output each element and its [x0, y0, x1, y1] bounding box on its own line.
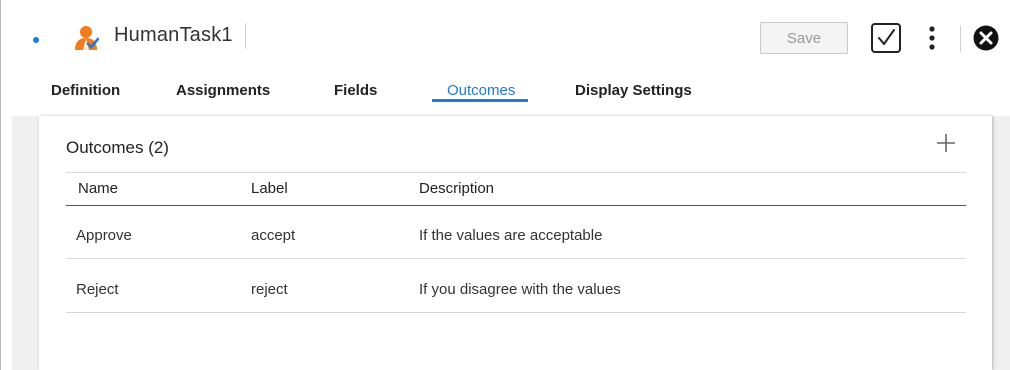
row-1-name[interactable]: Approve	[76, 227, 132, 244]
active-tab-indicator	[432, 99, 528, 102]
row-1-label[interactable]: accept	[251, 227, 295, 244]
row-divider	[66, 258, 966, 259]
status-dot	[33, 37, 39, 43]
row-2-description[interactable]: If you disagree with the values	[419, 281, 621, 298]
header-divider	[960, 26, 961, 52]
tab-definition[interactable]: Definition	[51, 82, 120, 99]
tab-bar: Definition Assignments Fields Outcomes D…	[0, 78, 1010, 116]
header: HumanTask1 Save	[0, 0, 1010, 78]
column-header-description[interactable]: Description	[419, 180, 494, 197]
tab-outcomes[interactable]: Outcomes	[447, 82, 515, 99]
validate-check-icon[interactable]	[870, 22, 902, 54]
row-1-description[interactable]: If the values are acceptable	[419, 227, 602, 244]
tab-assignments[interactable]: Assignments	[176, 82, 270, 99]
tab-display-settings[interactable]: Display Settings	[575, 82, 692, 99]
column-header-name[interactable]: Name	[78, 180, 118, 197]
save-button[interactable]: Save	[760, 22, 848, 54]
title-divider	[245, 23, 246, 49]
row-divider	[66, 312, 966, 313]
table-top-divider	[66, 172, 966, 173]
human-task-icon	[75, 26, 99, 50]
tab-fields[interactable]: Fields	[334, 82, 377, 99]
add-icon[interactable]	[935, 132, 957, 154]
column-header-label[interactable]: Label	[251, 180, 288, 197]
task-title: HumanTask1	[114, 24, 233, 46]
table-header-divider	[66, 205, 966, 206]
row-2-name[interactable]: Reject	[76, 281, 119, 298]
row-2-label[interactable]: reject	[251, 281, 288, 298]
more-options-icon[interactable]	[926, 24, 938, 52]
section-title: Outcomes (2)	[66, 138, 169, 157]
close-icon[interactable]	[973, 25, 999, 51]
